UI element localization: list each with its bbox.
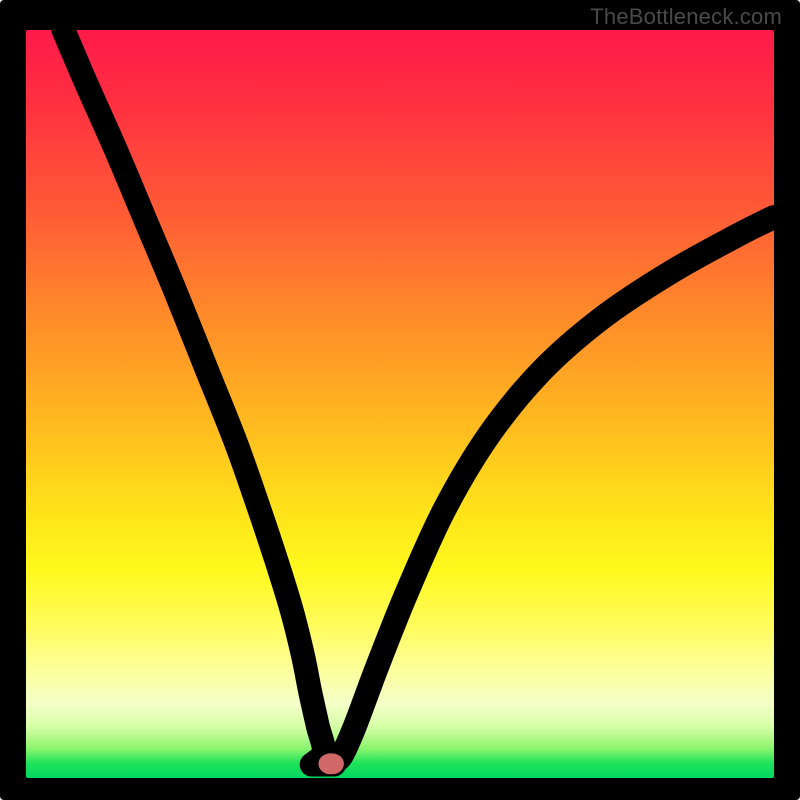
optimal-marker [322,757,340,770]
chart-plot-area [26,30,774,778]
bottleneck-curve [63,30,774,765]
watermark-text: TheBottleneck.com [590,4,782,30]
chart-svg [26,30,774,778]
chart-frame: TheBottleneck.com [0,0,800,800]
